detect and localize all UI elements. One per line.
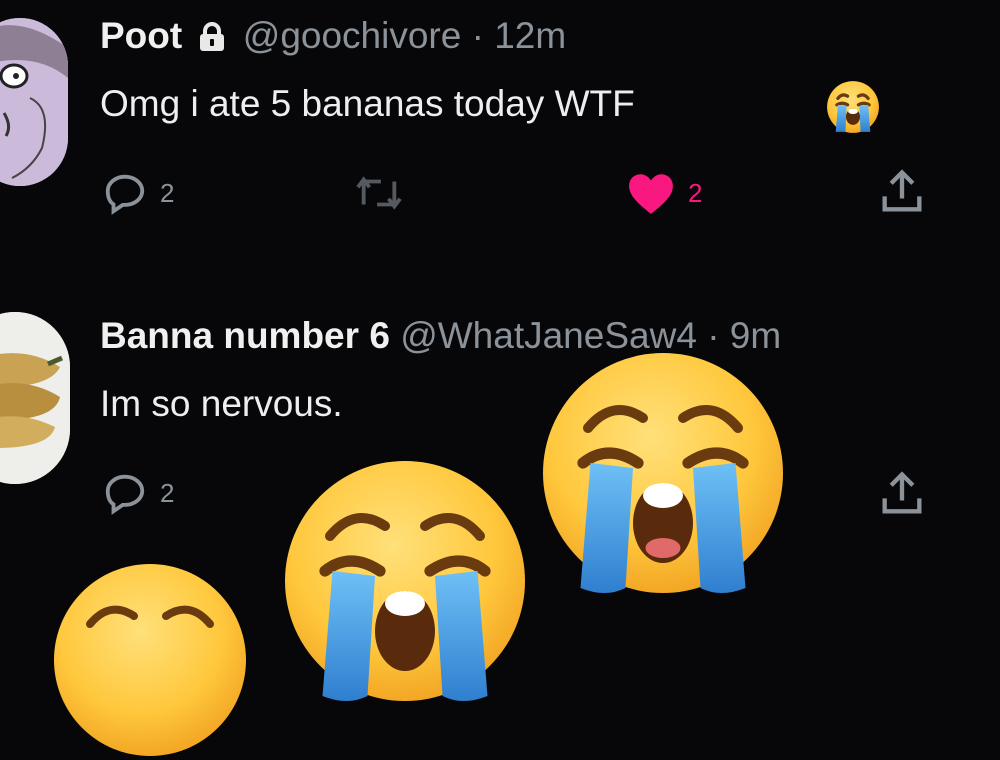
handle[interactable]: @goochivore <box>243 15 462 56</box>
share-button[interactable] <box>876 166 928 218</box>
loudly-crying-face-emoji-small <box>827 81 879 133</box>
retweet-button[interactable] <box>354 170 404 216</box>
separator: · <box>471 15 484 56</box>
reply-count: 2 <box>160 477 175 508</box>
tweet-text-content: Im so nervous. <box>100 383 343 424</box>
tweet-header: Poot @goochivore · 12m <box>100 14 566 62</box>
reply-button[interactable]: 2 <box>102 470 174 516</box>
reply-icon <box>105 474 145 515</box>
loudly-crying-face-emoji-partial <box>54 564 246 756</box>
loudly-crying-face-emoji-medium <box>285 461 525 701</box>
like-button[interactable]: 2 <box>626 170 702 216</box>
reply-count: 2 <box>160 177 175 208</box>
tweet-text-content: Omg i ate 5 bananas today WTF <box>100 83 635 124</box>
display-name[interactable]: Banna number 6 <box>100 315 390 356</box>
retweet-icon <box>356 176 402 210</box>
tweet-text: Omg i ate 5 bananas today WTF <box>100 82 635 126</box>
loudly-crying-face-emoji-large <box>543 353 783 593</box>
share-button[interactable] <box>876 468 928 520</box>
banana-avatar-image <box>0 312 70 484</box>
reply-icon <box>105 174 145 215</box>
display-name[interactable]: Poot <box>100 15 182 56</box>
timestamp[interactable]: 12m <box>494 15 566 56</box>
like-count: 2 <box>688 177 703 208</box>
heart-icon <box>629 174 673 214</box>
cartoon-avatar-image <box>0 18 68 186</box>
reply-button[interactable]: 2 <box>102 170 174 216</box>
avatar[interactable] <box>0 18 68 186</box>
avatar[interactable] <box>0 312 70 484</box>
tweet-text: Im so nervous. <box>100 382 343 426</box>
share-icon <box>882 169 922 212</box>
tweet-1[interactable]: Poot @goochivore · 12m Omg i ate 5 banan… <box>0 0 1000 280</box>
share-icon <box>882 471 922 514</box>
lock-icon <box>198 18 226 62</box>
